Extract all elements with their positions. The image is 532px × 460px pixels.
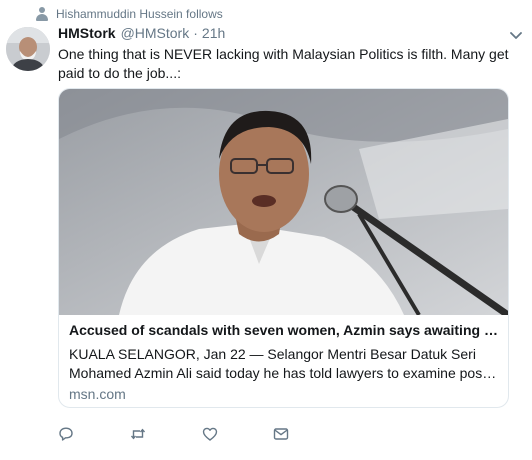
envelope-icon[interactable] — [273, 426, 289, 442]
separator: · — [193, 25, 198, 41]
author-name[interactable]: HMStork — [58, 25, 116, 41]
author-handle[interactable]: @HMStork — [121, 25, 190, 41]
avatar[interactable] — [6, 27, 50, 71]
person-icon — [36, 7, 48, 21]
heart-icon[interactable] — [202, 426, 218, 442]
card-body: Accused of scandals with seven women, Az… — [69, 320, 498, 402]
link-card[interactable]: Accused of scandals with seven women, Az… — [58, 88, 509, 408]
card-description: KUALA SELANGOR, Jan 22 — Selangor Mentri… — [69, 345, 498, 383]
card-description-line: Mohamed Azmin Ali said today he has told… — [69, 365, 498, 381]
social-context-text[interactable]: Hishammuddin Hussein follows — [56, 7, 223, 21]
retweet-icon[interactable] — [130, 426, 146, 442]
tweet-header: HMStork @HMStork · 21h — [58, 25, 508, 43]
social-context: Hishammuddin Hussein follows — [36, 6, 223, 22]
reply-icon[interactable] — [58, 426, 74, 442]
card-description-line: KUALA SELANGOR, Jan 22 — Selangor Mentri… — [69, 346, 476, 362]
card-domain: msn.com — [69, 386, 126, 402]
chevron-down-icon[interactable] — [510, 28, 522, 39]
tweet-text: One thing that is NEVER lacking with Mal… — [58, 46, 509, 81]
timestamp[interactable]: 21h — [202, 25, 225, 41]
card-title[interactable]: Accused of scandals with seven women, Az… — [69, 320, 498, 340]
card-image — [59, 89, 508, 315]
